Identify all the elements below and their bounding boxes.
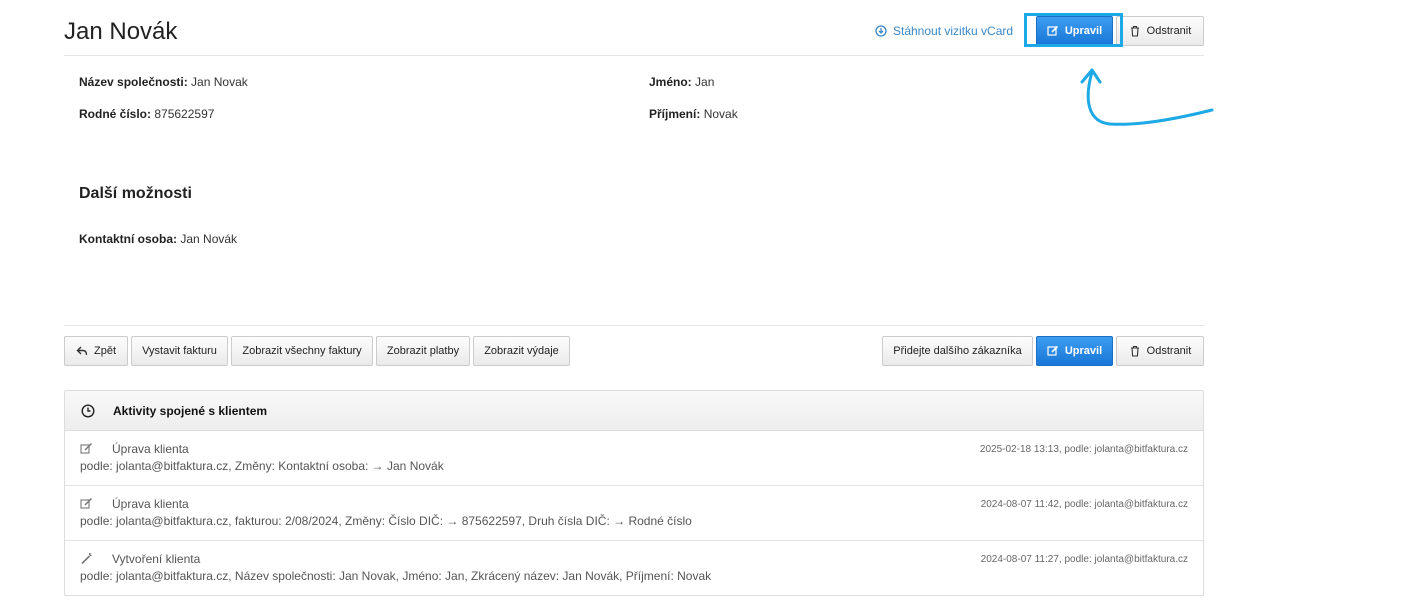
activity-row: Úprava klienta 2025-02-18 13:13, podle: … (65, 431, 1203, 486)
header-divider (64, 55, 1204, 56)
birth-number-label: Rodné číslo: (79, 107, 152, 121)
reply-arrow-icon (76, 346, 88, 356)
edit-icon (1047, 345, 1058, 356)
show-all-invoices-button[interactable]: Zobrazit všechny faktury (231, 336, 373, 366)
annotation-arrow (1080, 68, 1214, 126)
activity-panel: Aktivity spojené s klientem Úprava klien… (64, 390, 1204, 596)
show-expenses-label: Zobrazit výdaje (484, 345, 559, 357)
delete-button-label: Odstranit (1146, 345, 1192, 357)
edit-button-bottom[interactable]: Upravil (1036, 336, 1113, 366)
issue-invoice-label: Vystavit fakturu (142, 345, 217, 357)
delete-button-label: Odstranit (1146, 25, 1192, 37)
activity-time: 2025-02-18 13:13, podle: jolanta@bitfakt… (979, 444, 1188, 455)
first-name-field: Jméno: Jan (649, 75, 714, 89)
issue-invoice-button[interactable]: Vystavit fakturu (131, 336, 228, 366)
activity-title: Úprava klienta (112, 442, 189, 456)
birth-number-value: 875622597 (154, 107, 215, 121)
annotation-highlight-box (1024, 13, 1123, 47)
last-name-field: Příjmení: Novak (649, 107, 738, 121)
activity-time: 2024-08-07 11:42, podle: jolanta@bitfakt… (980, 499, 1188, 510)
activity-row: Vytvoření klienta 2024-08-07 11:27, podl… (65, 541, 1203, 596)
contact-person-field: Kontaktní osoba: Jan Novák (79, 232, 237, 246)
page-title: Jan Novák (64, 18, 178, 45)
activity-time: 2024-08-07 11:27, podle: jolanta@bitfakt… (980, 554, 1188, 565)
back-button[interactable]: Zpět (64, 336, 128, 366)
activity-row: Úprava klienta 2024-08-07 11:42, podle: … (65, 486, 1203, 541)
contact-person-label: Kontaktní osoba: (79, 232, 177, 246)
trash-icon (1130, 345, 1139, 357)
company-name-field: Název společnosti: Jan Novak (79, 75, 248, 89)
edit-icon (80, 442, 93, 454)
activity-title: Vytvoření klienta (112, 552, 201, 566)
first-name-value: Jan (695, 75, 715, 89)
activity-panel-title: Aktivity spojené s klientem (113, 403, 268, 418)
company-name-value: Jan Novak (191, 75, 248, 89)
show-all-invoices-label: Zobrazit všechny faktury (242, 345, 362, 357)
activity-panel-header: Aktivity spojené s klientem (65, 391, 1203, 431)
activity-detail: podle: jolanta@bitfaktura.cz, Změny: Kon… (80, 459, 444, 473)
delete-button-bottom[interactable]: Odstranit (1116, 336, 1204, 366)
add-customer-button[interactable]: Přidejte dalšího zákazníka (882, 336, 1033, 366)
company-name-label: Název společnosti: (79, 75, 188, 89)
download-vcard-label: Stáhnout vizitku vCard (893, 24, 1014, 38)
more-options-title: Další možnosti (79, 185, 192, 202)
last-name-label: Příjmení: (649, 107, 701, 121)
toolbar-divider (64, 325, 1204, 326)
back-button-label: Zpět (93, 345, 116, 357)
download-circle-icon (875, 25, 887, 37)
show-expenses-button[interactable]: Zobrazit výdaje (473, 336, 570, 366)
show-payments-label: Zobrazit platby (386, 345, 460, 357)
last-name-value: Novak (703, 107, 738, 121)
activity-title: Úprava klienta (112, 497, 189, 511)
download-vcard-link[interactable]: Stáhnout vizitku vCard (875, 24, 1013, 38)
trash-icon (1130, 25, 1139, 37)
clock-icon (81, 403, 95, 418)
edit-button-label: Upravil (1064, 345, 1103, 357)
delete-button-top[interactable]: Odstranit (1116, 16, 1204, 46)
birth-number-field: Rodné číslo: 875622597 (79, 107, 214, 121)
edit-icon (80, 497, 93, 509)
activity-detail: podle: jolanta@bitfaktura.cz, Název spol… (80, 569, 712, 583)
activity-detail: podle: jolanta@bitfaktura.cz, fakturou: … (80, 514, 692, 528)
magic-wand-icon (81, 553, 92, 565)
first-name-label: Jméno: (649, 75, 692, 89)
contact-person-value: Jan Novák (180, 232, 238, 246)
show-payments-button[interactable]: Zobrazit platby (376, 336, 470, 366)
add-customer-label: Přidejte dalšího zákazníka (893, 345, 1022, 357)
